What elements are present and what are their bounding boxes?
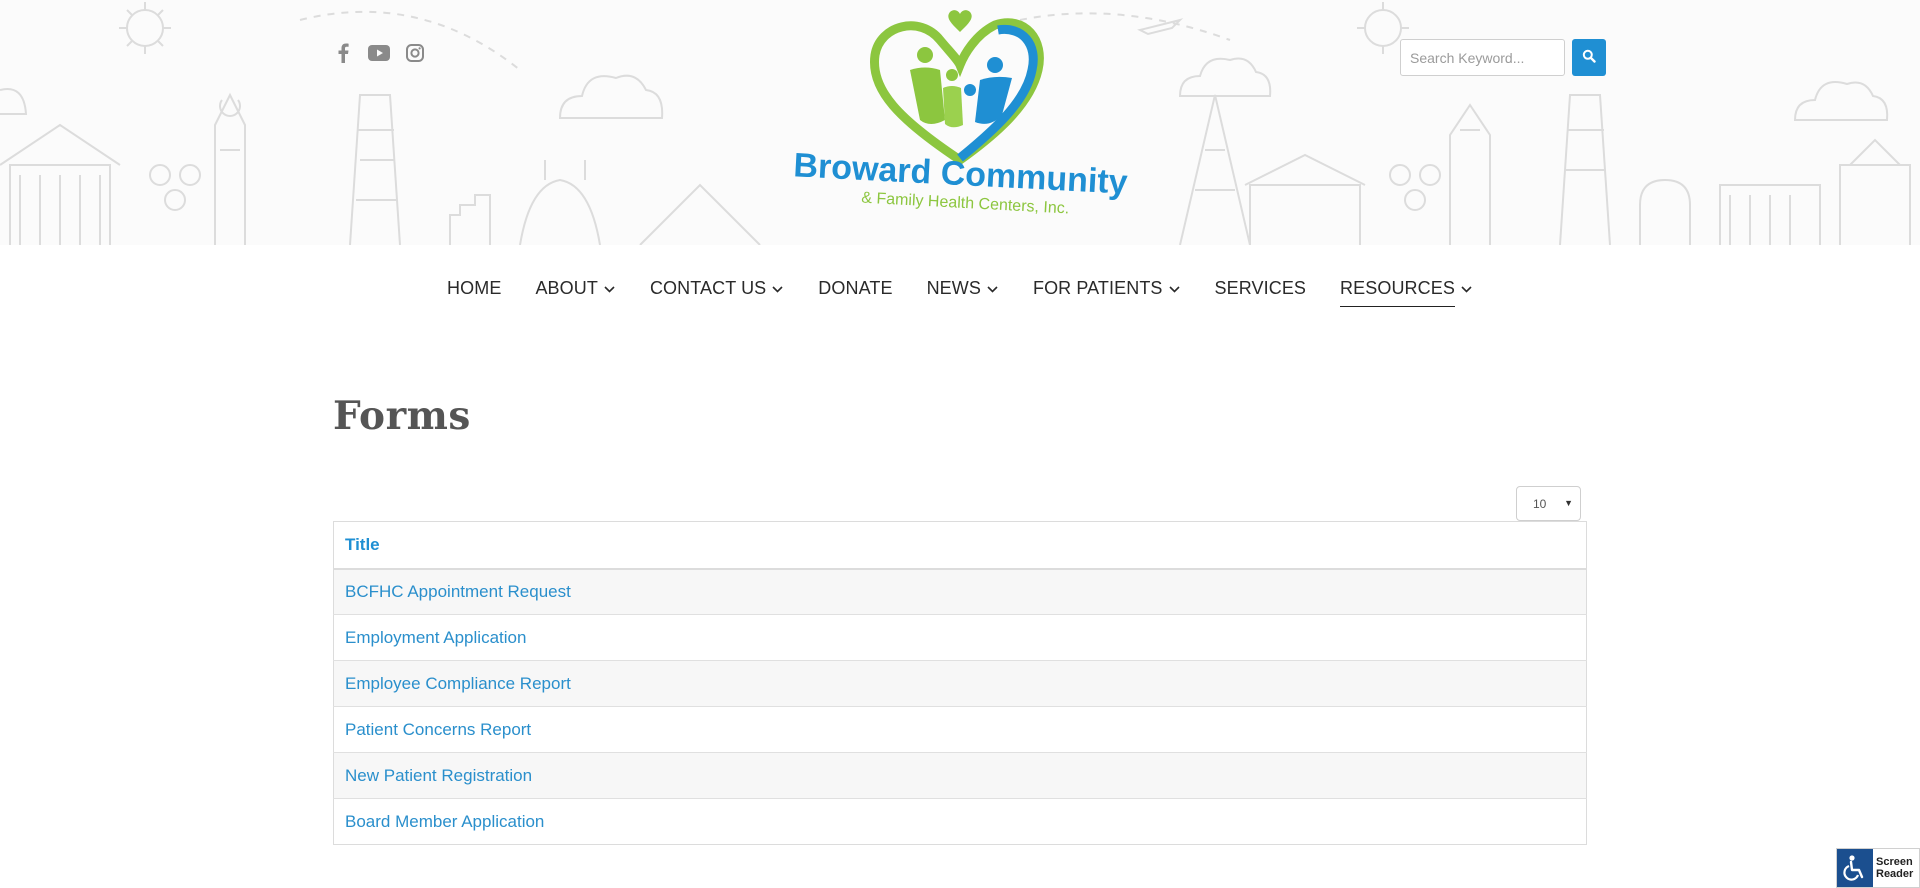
nav-label: HOME bbox=[447, 278, 502, 298]
page-size-value: 10 bbox=[1533, 496, 1547, 511]
table-row: Employment Application bbox=[333, 614, 1587, 661]
search-input[interactable] bbox=[1400, 39, 1565, 76]
page-title: Forms bbox=[333, 393, 471, 439]
nav-label: DONATE bbox=[818, 278, 893, 298]
table-cell: Employee Compliance Report bbox=[333, 660, 1587, 707]
form-link[interactable]: Patient Concerns Report bbox=[345, 720, 531, 739]
form-link[interactable]: Board Member Application bbox=[345, 812, 544, 831]
dropdown-arrow-icon: ▼ bbox=[1564, 498, 1573, 508]
nav-label: CONTACT US bbox=[649, 278, 767, 298]
nav-label: RESOURCES bbox=[1340, 278, 1455, 307]
nav-label: NEWS bbox=[926, 278, 981, 298]
nav-item-donate[interactable]: DONATE bbox=[818, 278, 892, 308]
form-link[interactable]: Employment Application bbox=[345, 628, 526, 647]
chevron-down-icon bbox=[987, 285, 998, 293]
instagram-icon[interactable] bbox=[404, 42, 426, 64]
table-row: New Patient Registration bbox=[333, 752, 1587, 799]
search-form bbox=[1400, 39, 1606, 76]
social-links bbox=[332, 42, 426, 64]
table-row: BCFHC Appointment Request bbox=[333, 568, 1587, 615]
form-link[interactable]: BCFHC Appointment Request bbox=[345, 582, 571, 601]
logo-line1: Broward Community bbox=[793, 146, 1129, 201]
screen-reader-line2: Reader bbox=[1876, 868, 1914, 880]
chevron-down-icon bbox=[1168, 285, 1180, 293]
table-header-row: Title bbox=[333, 521, 1587, 570]
search-icon bbox=[1582, 49, 1596, 66]
nav-item-resources[interactable]: RESOURCES bbox=[1340, 278, 1473, 308]
main-navigation: HOME ABOUT CONTACT US DONATE NEWS FOR PA… bbox=[0, 278, 1920, 308]
nav-item-news[interactable]: NEWS bbox=[927, 278, 999, 308]
screen-reader-label: Screen Reader bbox=[1876, 856, 1913, 880]
chevron-down-icon bbox=[604, 285, 615, 293]
nav-label: FOR PATIENTS bbox=[1032, 278, 1163, 298]
site-logo[interactable]: Broward Community & Family Health Center… bbox=[780, 10, 1140, 235]
table-cell: Board Member Application bbox=[333, 798, 1587, 845]
nav-item-home[interactable]: HOME bbox=[447, 278, 501, 308]
table-cell: New Patient Registration bbox=[333, 752, 1587, 799]
facebook-icon[interactable] bbox=[332, 42, 354, 64]
nav-item-about[interactable]: ABOUT bbox=[535, 278, 616, 308]
search-button[interactable] bbox=[1572, 39, 1606, 76]
screen-reader-widget[interactable]: Screen Reader bbox=[1836, 848, 1920, 888]
column-header-title[interactable]: Title bbox=[333, 521, 1587, 570]
table-cell: Patient Concerns Report bbox=[333, 706, 1587, 753]
table-cell: Employment Application bbox=[333, 614, 1587, 661]
chevron-down-icon bbox=[772, 285, 783, 293]
site-header: Broward Community & Family Health Center… bbox=[0, 0, 1920, 245]
chevron-down-icon bbox=[1461, 285, 1472, 293]
nav-item-services[interactable]: SERVICES bbox=[1215, 278, 1307, 308]
nav-item-contact-us[interactable]: CONTACT US bbox=[650, 278, 784, 308]
screen-reader-line1: Screen bbox=[1876, 856, 1913, 868]
form-link[interactable]: New Patient Registration bbox=[345, 766, 532, 785]
page-size-select[interactable]: 10 ▼ bbox=[1516, 486, 1581, 521]
table-row: Patient Concerns Report bbox=[333, 706, 1587, 753]
table-cell: BCFHC Appointment Request bbox=[333, 568, 1587, 615]
forms-table: Title BCFHC Appointment Request Employme… bbox=[333, 521, 1587, 845]
table-row: Board Member Application bbox=[333, 798, 1587, 845]
youtube-icon[interactable] bbox=[368, 42, 390, 64]
wheelchair-icon bbox=[1837, 849, 1873, 887]
form-link[interactable]: Employee Compliance Report bbox=[345, 674, 571, 693]
nav-item-for-patients[interactable]: FOR PATIENTS bbox=[1033, 278, 1181, 308]
table-row: Employee Compliance Report bbox=[333, 660, 1587, 707]
nav-label: SERVICES bbox=[1214, 278, 1307, 298]
nav-label: ABOUT bbox=[535, 278, 598, 298]
